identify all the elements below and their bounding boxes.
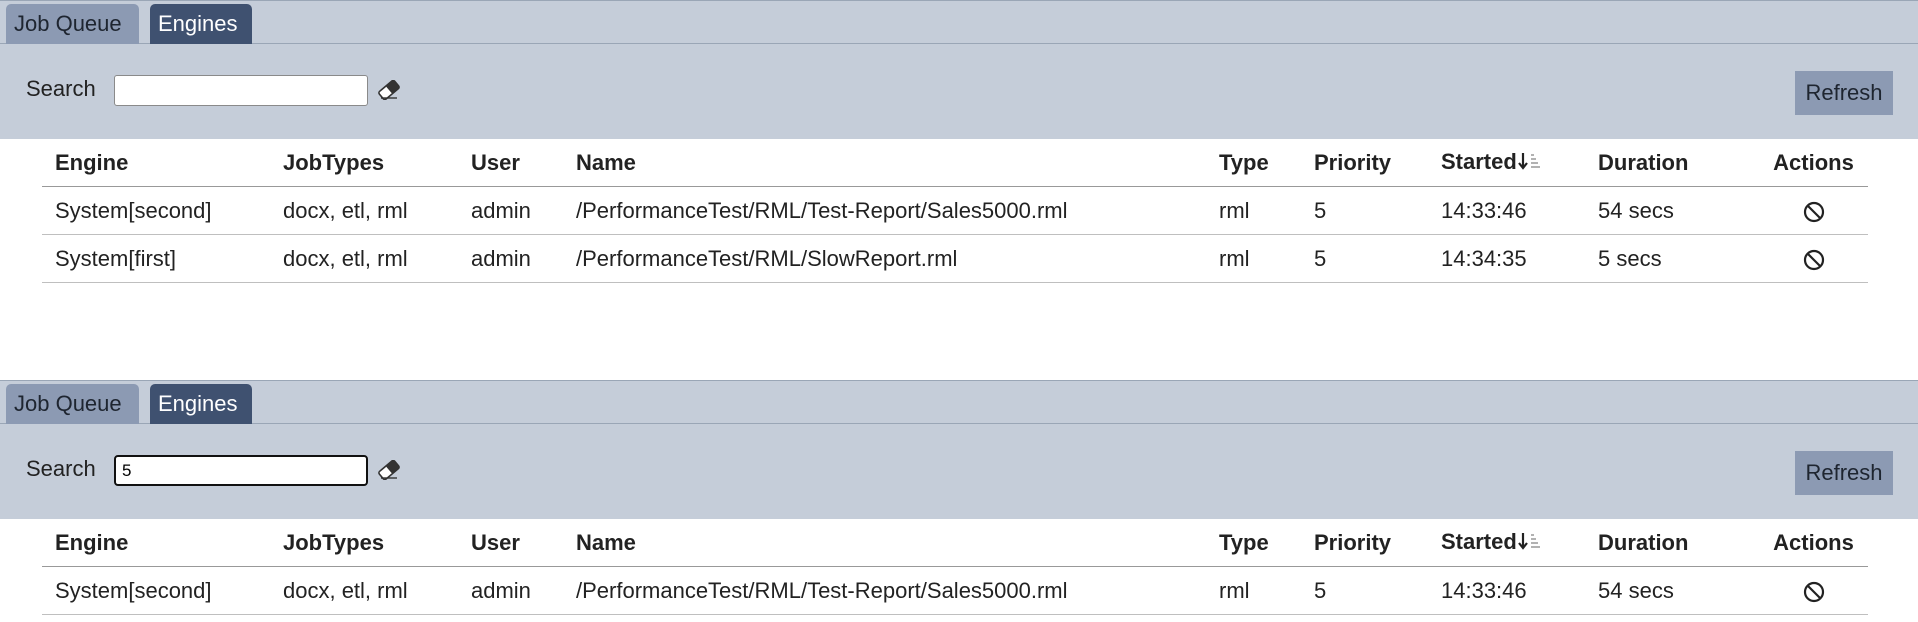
column-header-duration[interactable]: Duration (1585, 140, 1759, 187)
table-row[interactable]: System[first] docx, etl, rml admin /Perf… (42, 234, 1868, 283)
cell-name: /PerformanceTest/RML/Test-Report/Sales50… (563, 186, 1206, 235)
cell-engine: System[second] (42, 186, 270, 235)
column-header-priority[interactable]: Priority (1301, 140, 1428, 187)
started-header-label: Started (1441, 149, 1517, 175)
cancel-job-icon[interactable] (1802, 580, 1826, 604)
column-header-type[interactable]: Type (1206, 140, 1301, 187)
search-toolbar: Search Refresh (0, 424, 1918, 519)
cell-jobtypes: docx, etl, rml (270, 234, 458, 283)
table-row[interactable]: System[second] docx, etl, rml admin /Per… (42, 566, 1868, 615)
cell-jobtypes: docx, etl, rml (270, 566, 458, 615)
cell-started: 14:34:35 (1428, 234, 1585, 283)
cell-priority: 5 (1301, 566, 1428, 615)
column-header-name[interactable]: Name (563, 520, 1206, 567)
column-header-actions: Actions (1759, 140, 1868, 187)
cancel-job-icon[interactable] (1802, 248, 1826, 272)
started-header-label: Started (1441, 529, 1517, 555)
table-row[interactable]: System[second] docx, etl, rml admin /Per… (42, 186, 1868, 235)
cell-priority: 5 (1301, 186, 1428, 235)
column-header-jobtypes[interactable]: JobTypes (270, 140, 458, 187)
tab-engines[interactable]: Engines (150, 384, 252, 424)
cell-engine: System[second] (42, 566, 270, 615)
cell-user: admin (458, 566, 563, 615)
column-header-user[interactable]: User (458, 520, 563, 567)
tab-job-queue[interactable]: Job Queue (6, 384, 139, 424)
eraser-icon[interactable] (377, 459, 401, 481)
search-label: Search (26, 76, 96, 101)
column-header-priority[interactable]: Priority (1301, 520, 1428, 567)
cell-duration: 54 secs (1585, 186, 1759, 235)
cell-type: rml (1206, 186, 1301, 235)
tab-bar: Job Queue Engines (0, 380, 1918, 424)
column-header-actions: Actions (1759, 520, 1868, 567)
column-header-started[interactable]: Started (1428, 140, 1585, 187)
cell-actions (1759, 234, 1868, 283)
engines-panel-2: Job Queue Engines Search Refresh Engine … (0, 380, 1918, 615)
cell-actions (1759, 566, 1868, 615)
table-header-row: Engine JobTypes User Name Type Priority … (42, 520, 1868, 567)
cancel-job-icon[interactable] (1802, 200, 1826, 224)
cell-name: /PerformanceTest/RML/Test-Report/Sales50… (563, 566, 1206, 615)
engines-panel-1: Job Queue Engines Search Refresh Engine … (0, 0, 1918, 283)
tab-job-queue[interactable]: Job Queue (6, 4, 139, 44)
cell-started: 14:33:46 (1428, 186, 1585, 235)
cell-user: admin (458, 186, 563, 235)
column-header-started[interactable]: Started (1428, 520, 1585, 567)
sort-descending-icon[interactable] (1517, 151, 1544, 177)
column-header-duration[interactable]: Duration (1585, 520, 1759, 567)
cell-jobtypes: docx, etl, rml (270, 186, 458, 235)
tab-bar: Job Queue Engines (0, 0, 1918, 44)
engines-table: Engine JobTypes User Name Type Priority … (42, 520, 1868, 615)
cell-name: /PerformanceTest/RML/SlowReport.rml (563, 234, 1206, 283)
eraser-icon[interactable] (377, 79, 401, 101)
refresh-button[interactable]: Refresh (1795, 451, 1893, 495)
search-input[interactable] (114, 75, 368, 106)
column-header-user[interactable]: User (458, 140, 563, 187)
tab-engines[interactable]: Engines (150, 4, 252, 44)
cell-engine: System[first] (42, 234, 270, 283)
column-header-type[interactable]: Type (1206, 520, 1301, 567)
search-label: Search (26, 456, 96, 481)
cell-priority: 5 (1301, 234, 1428, 283)
cell-user: admin (458, 234, 563, 283)
cell-duration: 54 secs (1585, 566, 1759, 615)
sort-descending-icon[interactable] (1517, 531, 1544, 557)
engines-table: Engine JobTypes User Name Type Priority … (42, 140, 1868, 283)
column-header-engine[interactable]: Engine (42, 520, 270, 567)
cell-type: rml (1206, 234, 1301, 283)
refresh-button[interactable]: Refresh (1795, 71, 1893, 115)
column-header-jobtypes[interactable]: JobTypes (270, 520, 458, 567)
cell-duration: 5 secs (1585, 234, 1759, 283)
column-header-name[interactable]: Name (563, 140, 1206, 187)
cell-actions (1759, 186, 1868, 235)
column-header-engine[interactable]: Engine (42, 140, 270, 187)
cell-type: rml (1206, 566, 1301, 615)
search-toolbar: Search Refresh (0, 44, 1918, 139)
cell-started: 14:33:46 (1428, 566, 1585, 615)
table-header-row: Engine JobTypes User Name Type Priority … (42, 140, 1868, 187)
search-input[interactable] (114, 455, 368, 486)
